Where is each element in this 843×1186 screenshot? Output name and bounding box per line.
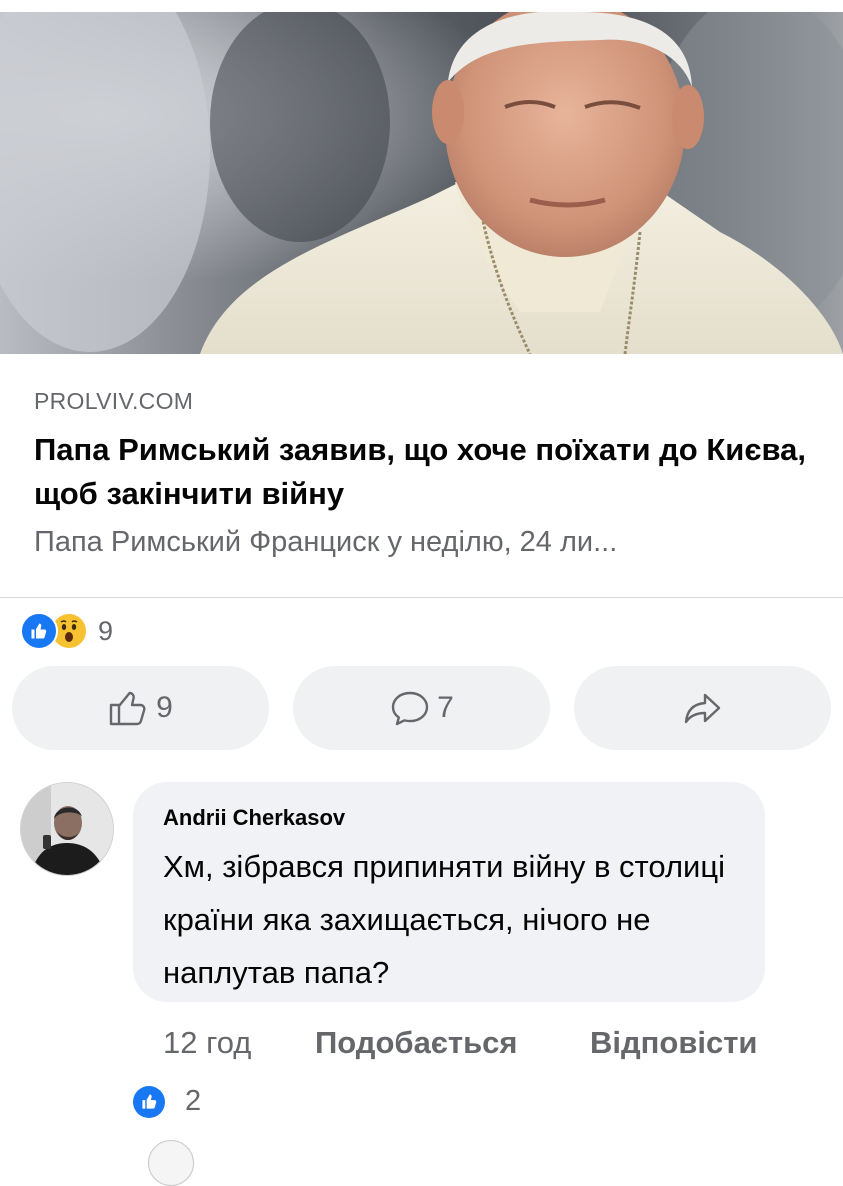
comment-reply-button[interactable]: Відповісти bbox=[590, 1025, 758, 1061]
thumb-up-outline-icon bbox=[109, 691, 146, 726]
comment-button[interactable]: 7 bbox=[293, 666, 550, 750]
share-button[interactable] bbox=[574, 666, 831, 750]
divider bbox=[0, 597, 843, 598]
commenter-avatar[interactable] bbox=[20, 782, 114, 876]
comment-author[interactable]: Andrii Cherkasov bbox=[163, 805, 345, 831]
comment-count: 7 bbox=[437, 691, 454, 724]
like-icon bbox=[133, 1085, 165, 1118]
comment-like-button[interactable]: Подобається bbox=[315, 1025, 518, 1061]
comment-reactions[interactable]: 2 bbox=[133, 1085, 201, 1118]
comment-timestamp[interactable]: 12 год bbox=[163, 1025, 251, 1061]
link-description[interactable]: Папа Римський Франциск у неділю, 24 ли..… bbox=[34, 526, 824, 559]
next-commenter-avatar[interactable] bbox=[148, 1140, 194, 1186]
link-source-domain[interactable]: PROLVIV.COM bbox=[34, 388, 193, 415]
comment-reaction-count: 2 bbox=[185, 1085, 202, 1117]
comment-bubble-icon bbox=[391, 691, 429, 726]
reactions-summary[interactable]: 9 bbox=[20, 612, 113, 650]
like-button[interactable]: 9 bbox=[12, 666, 269, 750]
comment-text: Хм, зібрався припиняти війну в столиці к… bbox=[163, 849, 725, 990]
like-count: 9 bbox=[156, 691, 173, 724]
post-photo[interactable] bbox=[0, 12, 843, 354]
like-icon bbox=[20, 612, 58, 650]
share-arrow-icon bbox=[684, 693, 720, 724]
reaction-count: 9 bbox=[98, 615, 114, 646]
link-headline[interactable]: Папа Римський заявив, що хоче поїхати до… bbox=[34, 428, 824, 516]
pope-portrait-photo bbox=[0, 12, 843, 354]
